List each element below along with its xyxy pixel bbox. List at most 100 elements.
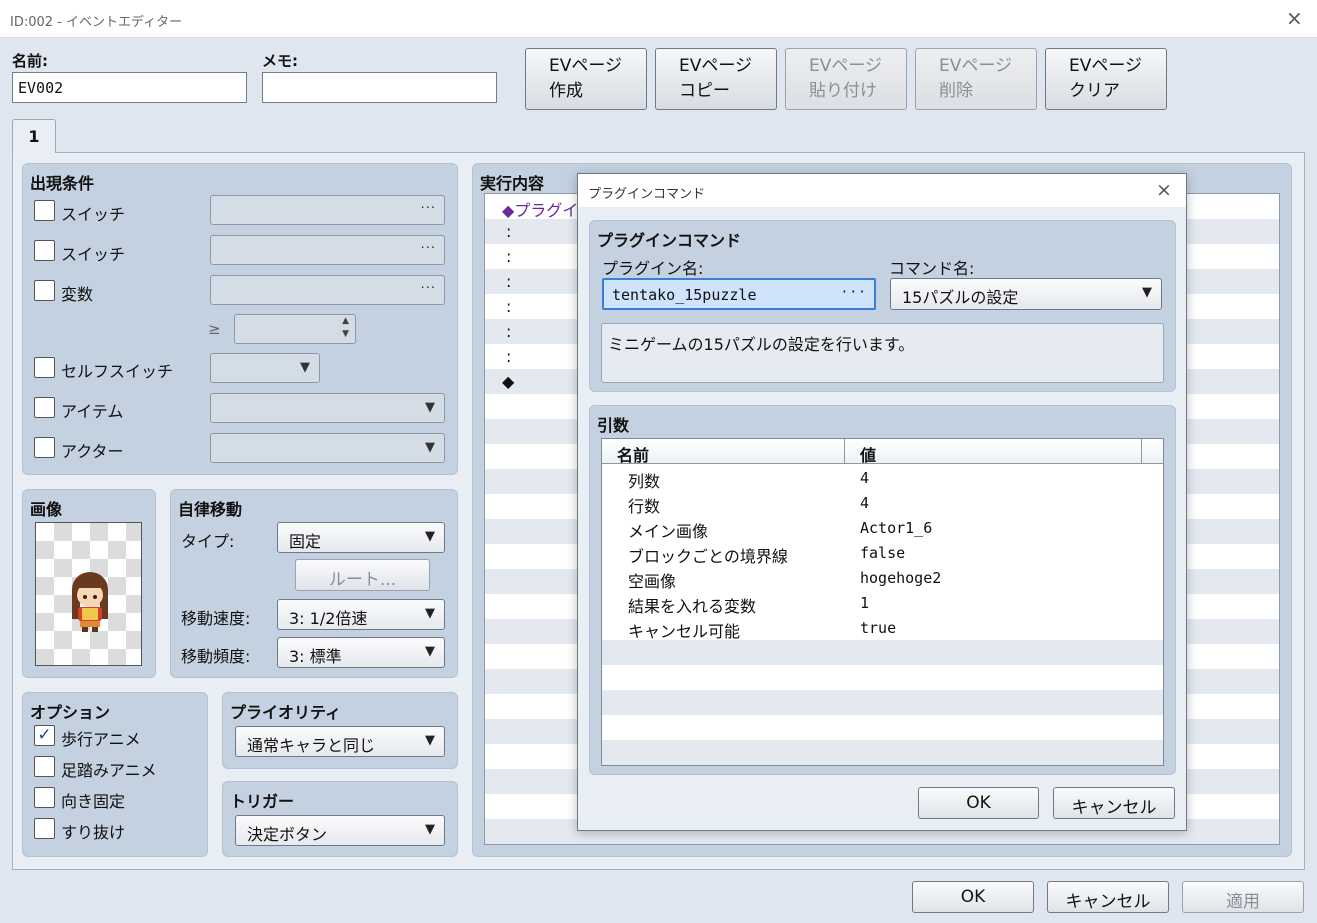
column-header-name[interactable]: 名前 bbox=[602, 439, 845, 465]
ev-page-copy-button[interactable]: EVページ コピー bbox=[655, 48, 777, 110]
options-title: オプション bbox=[30, 703, 111, 722]
column-header-value[interactable]: 値 bbox=[845, 439, 1142, 465]
command-description: ミニゲームの15パズルの設定を行います。 bbox=[601, 323, 1164, 383]
condition-selfswitch-select[interactable]: ▼ bbox=[210, 353, 320, 383]
condition-switch2-label: スイッチ bbox=[61, 245, 126, 264]
condition-switch1-field[interactable]: ··· bbox=[210, 195, 445, 225]
plugin-command-dialog: プラグインコマンド × プラグインコマンド プラグイン名: tentako_15… bbox=[577, 173, 1187, 831]
table-row bbox=[602, 740, 1163, 765]
arguments-table[interactable]: 名前 値 列数 4 行数 4 メイン画像 Actor1_6 ブロックごとの境界線 fal… bbox=[601, 438, 1164, 766]
plugin-name-label: プラグイン名: bbox=[602, 259, 704, 278]
move-speed-label: 移動速度: bbox=[181, 609, 251, 628]
conditions-title: 出現条件 bbox=[30, 174, 95, 193]
condition-switch1-label: スイッチ bbox=[61, 205, 126, 224]
move-frequency-value: 3: 標準 bbox=[289, 647, 342, 666]
option-direction-fix-label: 向き固定 bbox=[61, 792, 126, 811]
table-row bbox=[602, 640, 1163, 665]
plugin-name-field[interactable]: tentako_15puzzle ··· bbox=[602, 278, 876, 310]
ev-button-line2: 貼り付け bbox=[809, 81, 877, 101]
condition-variable-value-spinner[interactable]: ▲ ▼ bbox=[234, 314, 356, 344]
route-button[interactable]: ルート... bbox=[295, 559, 430, 591]
condition-selfswitch-checkbox[interactable] bbox=[34, 357, 55, 378]
chevron-down-icon: ▼ bbox=[425, 822, 435, 837]
table-row bbox=[602, 665, 1163, 690]
condition-switch1-checkbox[interactable] bbox=[34, 200, 55, 221]
condition-switch2-field[interactable]: ··· bbox=[210, 235, 445, 265]
memo-field[interactable] bbox=[262, 72, 497, 103]
table-row[interactable]: 行数 4 bbox=[602, 490, 1163, 516]
dialog-ok-button[interactable]: OK bbox=[918, 787, 1039, 819]
ev-button-line1: EVページ bbox=[939, 56, 1013, 76]
ev-button-line2: コピー bbox=[679, 81, 730, 101]
condition-switch2-checkbox[interactable] bbox=[34, 240, 55, 261]
move-type-select[interactable]: 固定 ▼ bbox=[277, 522, 445, 553]
dots-icon: ··· bbox=[420, 201, 436, 216]
ev-button-line1: EVページ bbox=[549, 56, 623, 76]
ev-page-delete-button[interactable]: EVページ 削除 bbox=[915, 48, 1037, 110]
command-name-label: コマンド名: bbox=[889, 259, 975, 278]
apply-button[interactable]: 適用 bbox=[1182, 881, 1304, 913]
cancel-button[interactable]: キャンセル bbox=[1047, 881, 1169, 913]
move-speed-value: 3: 1/2倍速 bbox=[289, 609, 368, 628]
contents-title: 実行内容 bbox=[480, 174, 545, 193]
table-row[interactable]: ブロックごとの境界線 false bbox=[602, 540, 1163, 566]
name-field[interactable]: EV002 bbox=[12, 72, 247, 103]
ev-page-create-button[interactable]: EVページ 作成 bbox=[525, 48, 647, 110]
option-stepping-anim-checkbox[interactable] bbox=[34, 756, 55, 777]
dots-icon: ··· bbox=[420, 241, 436, 256]
ev-button-line1: EVページ bbox=[679, 56, 753, 76]
chevron-down-icon: ▼ bbox=[425, 440, 435, 455]
spin-down-icon[interactable]: ▼ bbox=[342, 329, 349, 339]
ev-page-clear-button[interactable]: EVページ クリア bbox=[1045, 48, 1167, 110]
tab-page-1[interactable]: 1 bbox=[12, 119, 56, 153]
move-speed-select[interactable]: 3: 1/2倍速 ▼ bbox=[277, 599, 445, 630]
condition-variable-checkbox[interactable] bbox=[34, 280, 55, 301]
table-row[interactable]: メイン画像 Actor1_6 bbox=[602, 515, 1163, 541]
option-through-checkbox[interactable] bbox=[34, 818, 55, 839]
option-walking-anim-checkbox[interactable]: ✓ bbox=[34, 725, 55, 746]
move-type-value: 固定 bbox=[289, 532, 322, 551]
table-row[interactable]: 結果を入れる変数 1 bbox=[602, 590, 1163, 616]
dialog-close-icon[interactable]: × bbox=[1156, 181, 1172, 200]
option-direction-fix-checkbox[interactable] bbox=[34, 787, 55, 808]
memo-label: メモ: bbox=[262, 52, 298, 70]
chevron-down-icon: ▼ bbox=[300, 360, 310, 375]
chevron-down-icon: ▼ bbox=[425, 400, 435, 415]
command-name-select[interactable]: 15パズルの設定 ▼ bbox=[890, 278, 1162, 310]
spin-up-icon[interactable]: ▲ bbox=[342, 316, 349, 326]
option-walking-anim-label: 歩行アニメ bbox=[61, 730, 141, 749]
priority-select[interactable]: 通常キャラと同じ ▼ bbox=[235, 726, 445, 757]
move-frequency-select[interactable]: 3: 標準 ▼ bbox=[277, 637, 445, 668]
condition-actor-checkbox[interactable] bbox=[34, 437, 55, 458]
chevron-down-icon: ▼ bbox=[425, 644, 435, 659]
condition-item-checkbox[interactable] bbox=[34, 397, 55, 418]
dialog-title: プラグインコマンド bbox=[588, 187, 706, 202]
trigger-select[interactable]: 決定ボタン ▼ bbox=[235, 815, 445, 846]
character-image-preview[interactable] bbox=[35, 522, 142, 666]
table-row[interactable]: 列数 4 bbox=[602, 465, 1163, 491]
ok-button[interactable]: OK bbox=[912, 881, 1034, 913]
priority-title: プライオリティ bbox=[230, 703, 342, 722]
trigger-title: トリガー bbox=[230, 792, 295, 811]
window-titlebar: ID:002 - イベントエディター × bbox=[0, 0, 1317, 38]
chevron-down-icon: ▼ bbox=[425, 606, 435, 621]
plugin-name-value: tentako_15puzzle bbox=[612, 286, 757, 304]
table-row[interactable]: キャンセル可能 true bbox=[602, 615, 1163, 641]
condition-actor-select[interactable]: ▼ bbox=[210, 433, 445, 463]
table-row bbox=[602, 690, 1163, 715]
ev-button-line1: EVページ bbox=[1069, 56, 1143, 76]
image-title: 画像 bbox=[30, 500, 63, 519]
table-row[interactable]: 空画像 hogehoge2 bbox=[602, 565, 1163, 591]
option-stepping-anim-label: 足踏みアニメ bbox=[61, 761, 157, 780]
close-icon[interactable]: × bbox=[1286, 8, 1303, 28]
priority-value: 通常キャラと同じ bbox=[247, 736, 376, 755]
condition-item-select[interactable]: ▼ bbox=[210, 393, 445, 423]
dots-icon[interactable]: ··· bbox=[841, 285, 867, 300]
condition-item-label: アイテム bbox=[61, 402, 124, 421]
condition-variable-field[interactable]: ··· bbox=[210, 275, 445, 305]
condition-selfswitch-label: セルフスイッチ bbox=[61, 362, 174, 381]
ev-page-paste-button[interactable]: EVページ 貼り付け bbox=[785, 48, 907, 110]
dialog-titlebar: プラグインコマンド × bbox=[578, 174, 1186, 207]
dialog-cancel-button[interactable]: キャンセル bbox=[1053, 787, 1175, 819]
chevron-down-icon: ▼ bbox=[425, 733, 435, 748]
